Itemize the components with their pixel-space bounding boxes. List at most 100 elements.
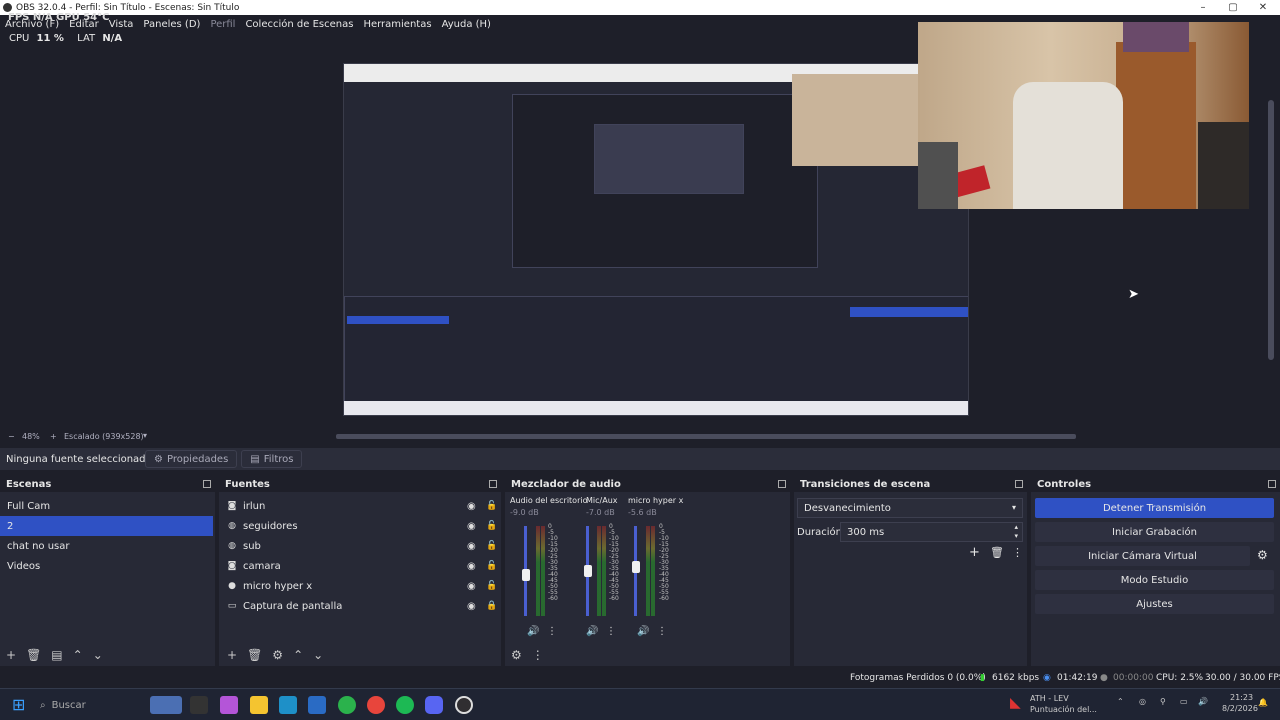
tray-chevron-icon[interactable]: ⌃ [1117,697,1124,706]
tray-network-icon[interactable]: ⚲ [1160,697,1166,706]
undock-icon[interactable] [489,480,497,488]
menu-herramientas[interactable]: Herramientas [358,19,436,30]
unlock-icon[interactable]: 🔓 [486,501,497,511]
volume-slider-handle[interactable] [584,565,592,577]
trash-icon[interactable]: 🗑 [26,648,41,662]
filter-icon[interactable]: ▤ [51,648,62,662]
spotify-icon[interactable] [396,696,414,714]
gear-icon[interactable]: ⚙ [272,648,283,662]
undock-icon[interactable] [778,480,786,488]
clock-time[interactable]: 21:23 [1230,693,1253,702]
arrow-down-icon[interactable]: ⌄ [313,648,323,662]
source-item[interactable]: ◍ sub ◉ 🔓 [219,536,501,556]
eye-icon[interactable]: ◉ [467,581,476,592]
arrow-down-icon[interactable]: ⌄ [93,648,103,662]
settings-button[interactable]: Ajustes [1035,594,1274,614]
preview-horizontal-scrollbar[interactable] [336,434,1076,439]
unlock-icon[interactable]: 🔓 [486,561,497,571]
add-transition-icon[interactable]: + [969,545,980,560]
menu-paneles[interactable]: Paneles (D) [138,19,205,30]
cpu-value: 11 % [36,33,64,44]
more-icon[interactable]: ⋮ [1012,546,1023,559]
spin-arrows-icon[interactable]: ▴ ▾ [1014,523,1018,541]
source-item[interactable]: ● micro hyper x ◉ 🔓 [219,576,501,596]
speaker-icon[interactable]: 🔊 [637,626,649,637]
stop-stream-button[interactable]: Detener Transmisión [1035,498,1274,518]
arrow-up-icon[interactable]: ⌃ [73,648,83,662]
eye-icon[interactable]: ◉ [467,601,476,612]
mixer-settings-icon[interactable]: ⚙ [511,648,522,662]
clock-date[interactable]: 8/2/2026 [1222,704,1258,713]
filters-button[interactable]: ▤ Filtros [241,450,303,468]
duration-spinbox[interactable]: 300 ms ▴ ▾ [840,522,1023,542]
maximize-icon[interactable]: ▢ [1220,0,1246,15]
more-icon[interactable]: ⋮ [547,626,557,637]
eye-icon[interactable]: ◉ [467,521,476,532]
add-icon[interactable]: + [6,648,16,662]
taskbar-search[interactable]: ⌕ Buscar [40,696,210,714]
source-item[interactable]: ◙ camara ◉ 🔓 [219,556,501,576]
whatsapp-icon[interactable] [338,696,356,714]
notifications-icon[interactable]: 🔔 [1258,698,1268,707]
obs-icon[interactable] [455,696,473,714]
more-icon[interactable]: ⋮ [606,626,616,637]
discord-icon[interactable] [425,696,443,714]
sources-title: Fuentes [225,478,270,490]
more-icon[interactable]: ⋮ [657,626,667,637]
eye-icon[interactable]: ◉ [467,561,476,572]
webcam-source[interactable] [918,22,1249,209]
scene-item[interactable]: Videos [0,556,215,576]
source-name: seguidores [243,520,298,532]
speaker-icon[interactable]: 🔊 [527,626,539,637]
eye-icon[interactable]: ◉ [467,501,476,512]
tray-app-icon[interactable]: ◎ [1139,697,1146,706]
volume-slider-handle[interactable] [522,568,530,581]
chevron-down-icon[interactable]: ▾ [143,431,147,440]
transition-select[interactable]: Desvanecimiento ▾ [797,498,1023,518]
more-icon[interactable]: ⋮ [532,648,544,662]
gear-icon[interactable]: ⚙ [1257,548,1268,562]
copilot-icon[interactable] [220,696,238,714]
folder-icon[interactable] [250,696,268,714]
minimize-icon[interactable]: – [1190,0,1216,15]
trash-icon[interactable]: 🗑 [247,648,262,662]
menu-ayuda[interactable]: Ayuda (H) [437,19,496,30]
source-item[interactable]: ▭ Captura de pantalla ◉ 🔒 [219,596,501,616]
speaker-icon[interactable]: 🔊 [586,626,598,637]
arrow-up-icon[interactable]: ⌃ [293,648,303,662]
source-item[interactable]: ◍ seguidores ◉ 🔓 [219,516,501,536]
unlock-icon[interactable]: 🔓 [486,541,497,551]
close-icon[interactable]: ✕ [1250,0,1276,15]
chrome-icon[interactable] [367,696,385,714]
unlock-icon[interactable]: 🔓 [486,521,497,531]
volume-icon[interactable]: 🔊 [1198,697,1208,706]
zoom-out-icon[interactable]: − [8,432,15,441]
menu-perfil[interactable]: Perfil [205,19,240,30]
eye-icon[interactable]: ◉ [467,541,476,552]
undock-icon[interactable] [1015,480,1023,488]
source-item[interactable]: ◙ irlun ◉ 🔓 [219,496,501,516]
menu-coleccion-escenas[interactable]: Colección de Escenas [240,19,358,30]
unlock-icon[interactable]: 🔓 [486,581,497,591]
task-view-icon[interactable] [190,696,208,714]
properties-button[interactable]: ⚙ Propiedades [145,450,238,468]
undock-icon[interactable] [1268,480,1276,488]
tray-display-icon[interactable]: ▭ [1180,697,1188,706]
virtual-camera-button[interactable]: Iniciar Cámara Virtual [1035,546,1250,566]
undock-icon[interactable] [203,480,211,488]
preview-vertical-scrollbar[interactable] [1268,100,1274,360]
preview-canvas[interactable] [343,63,969,416]
zoom-in-icon[interactable]: + [50,432,57,441]
store-icon[interactable] [308,696,326,714]
start-recording-button[interactable]: Iniciar Grabación [1035,522,1274,542]
studio-mode-button[interactable]: Modo Estudio [1035,570,1274,590]
lock-icon[interactable]: 🔒 [486,601,497,611]
add-icon[interactable]: + [227,648,237,662]
edge-icon[interactable] [279,696,297,714]
trash-icon[interactable]: 🗑 [990,546,1004,559]
scene-item-selected[interactable]: 2 [0,516,213,536]
volume-slider-handle[interactable] [632,561,640,574]
windows-start-icon[interactable]: ⊞ [12,695,25,714]
scene-item[interactable]: chat no usar [0,536,215,556]
scene-item[interactable]: Full Cam [0,496,215,516]
